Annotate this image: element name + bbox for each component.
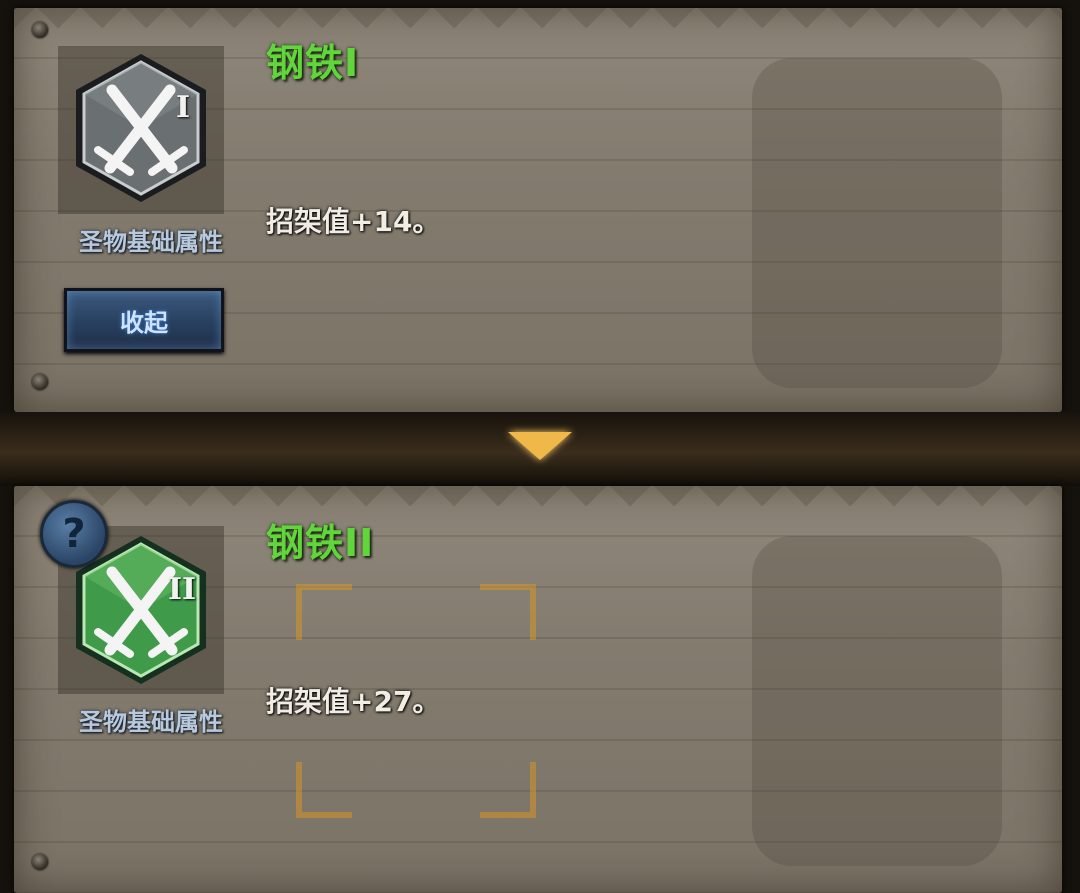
focus-corner-top-right	[480, 584, 536, 640]
relic-title: 钢铁ⅠI	[266, 521, 375, 565]
rivet-icon	[32, 374, 48, 390]
panel-border-pattern	[14, 8, 1062, 46]
chevron-down-icon	[508, 432, 572, 460]
help-icon[interactable]: ?	[40, 500, 108, 568]
relic-description: 招架值+14。	[266, 205, 441, 238]
tier-numeral: II	[168, 572, 197, 607]
collapse-button[interactable]: 收起	[64, 288, 224, 352]
relic-description: 招架值+27。	[266, 685, 441, 718]
rivet-icon	[32, 854, 48, 870]
panel-border-pattern	[14, 486, 1062, 524]
rivet-icon	[32, 22, 48, 38]
tier-numeral: I	[176, 90, 191, 125]
panel-emblem-watermark	[752, 58, 1002, 388]
focus-corner-bottom-left	[296, 762, 352, 818]
panel-emblem-watermark	[752, 536, 1002, 866]
relic-title: 钢铁Ⅰ	[266, 41, 360, 85]
focus-corner-top-left	[296, 584, 352, 640]
focus-corner-bottom-right	[480, 762, 536, 818]
attribute-category-label: 圣物基础属性	[79, 228, 223, 256]
crossed-swords-icon	[70, 50, 212, 206]
attribute-category-label: 圣物基础属性	[79, 708, 223, 736]
